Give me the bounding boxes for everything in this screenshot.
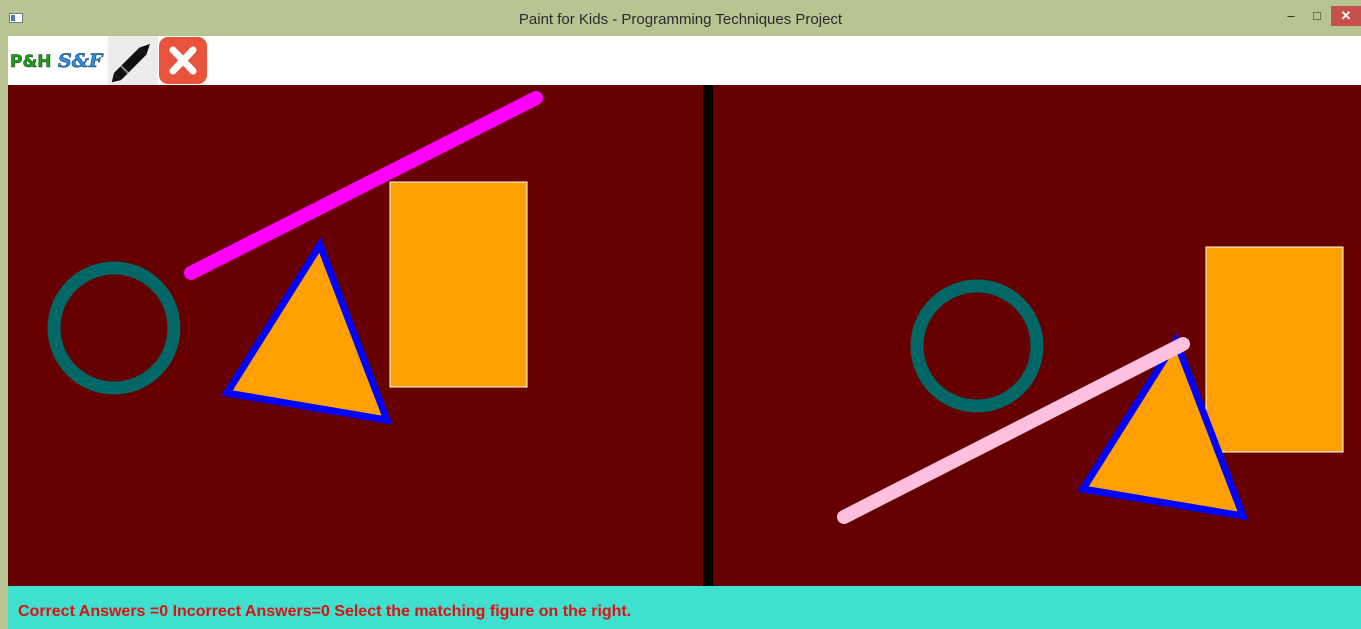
right-panel xyxy=(837,246,1344,524)
exit-button[interactable] xyxy=(158,36,208,85)
minimize-button[interactable]: ‒ xyxy=(1278,6,1304,26)
figures-canvas xyxy=(47,85,1344,586)
title-bar: Paint for Kids - Programming Techniques … xyxy=(0,0,1361,36)
draw-mode-button[interactable] xyxy=(108,36,158,85)
drawing-area[interactable] xyxy=(8,85,1361,586)
status-bar: Correct Answers =0 Incorrect Answers=0 S… xyxy=(8,586,1361,629)
svg-text:S&F: S&F xyxy=(58,50,104,72)
close-window-button[interactable]: ✕ xyxy=(1331,6,1361,26)
left-rectangle[interactable] xyxy=(389,181,528,388)
ph-sf-logo-icon: P&H S&F xyxy=(10,50,104,73)
pen-icon xyxy=(111,44,150,83)
left-panel xyxy=(47,91,543,425)
left-circle[interactable] xyxy=(47,261,181,395)
window-title: Paint for Kids - Programming Techniques … xyxy=(518,11,843,28)
status-message: Correct Answers =0 Incorrect Answers=0 S… xyxy=(18,603,632,620)
maximize-button[interactable]: □ xyxy=(1304,6,1330,26)
svg-text:P&H: P&H xyxy=(10,52,52,72)
right-circle[interactable] xyxy=(910,279,1044,413)
toolbar: P&H S&F xyxy=(8,36,1361,85)
logo-button[interactable]: P&H S&F xyxy=(8,36,108,85)
close-icon xyxy=(159,37,207,84)
right-rectangle[interactable] xyxy=(1205,246,1344,453)
panel-divider xyxy=(703,85,713,586)
left-triangle[interactable] xyxy=(221,237,393,425)
